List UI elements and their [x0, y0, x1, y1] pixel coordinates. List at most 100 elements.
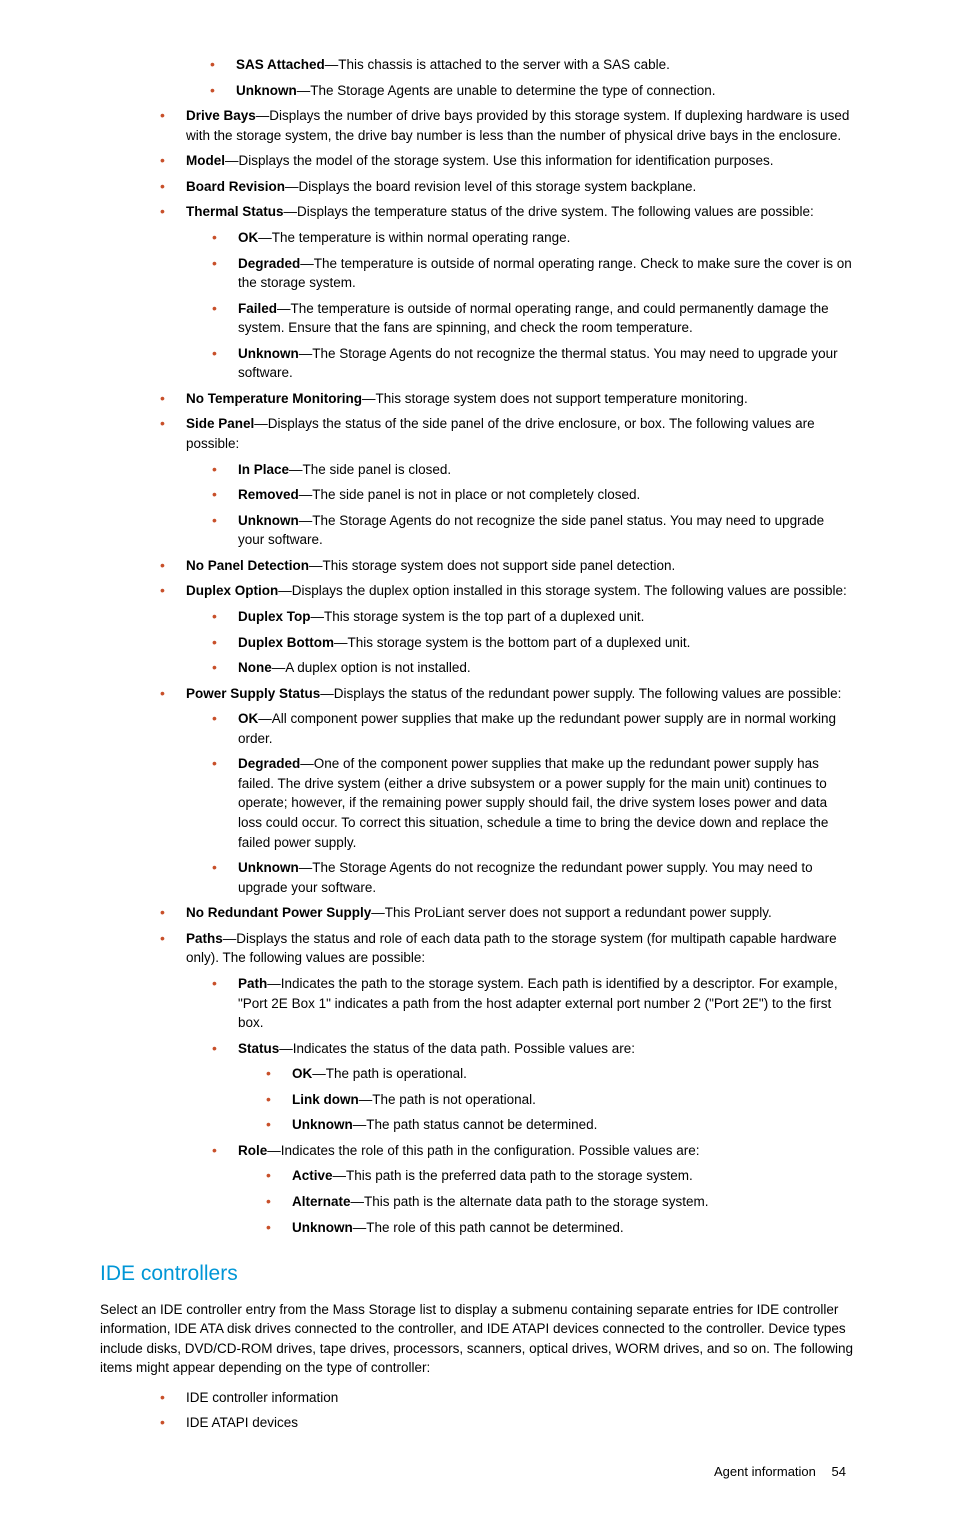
sublist: Active—This path is the preferred data p…: [238, 1166, 854, 1237]
description: —Displays the model of the storage syste…: [225, 153, 774, 168]
list-item-text: IDE controller information: [186, 1390, 338, 1405]
term: In Place: [238, 462, 289, 477]
description: —The temperature is outside of normal op…: [238, 256, 852, 291]
description: —Indicates the path to the storage syste…: [238, 976, 838, 1030]
description: —The side panel is not in place or not c…: [299, 487, 640, 502]
list-item: OK—The temperature is within normal oper…: [212, 228, 854, 248]
description: —This chassis is attached to the server …: [325, 57, 670, 72]
list-item: None—A duplex option is not installed.: [212, 658, 854, 678]
term: Duplex Top: [238, 609, 311, 624]
description: —The Storage Agents are unable to determ…: [297, 83, 716, 98]
list-item: Side Panel—Displays the status of the si…: [160, 414, 854, 549]
description: —This ProLiant server does not support a…: [371, 905, 771, 920]
list-item: Unknown—The Storage Agents do not recogn…: [212, 511, 854, 550]
term: No Redundant Power Supply: [186, 905, 371, 920]
description: —This storage system does not support si…: [309, 558, 675, 573]
list-item: Status—Indicates the status of the data …: [212, 1039, 854, 1135]
term: Status: [238, 1041, 279, 1056]
description: —Displays the temperature status of the …: [284, 204, 814, 219]
main-list: Drive Bays—Displays the number of drive …: [100, 106, 854, 1237]
term: Unknown: [238, 513, 299, 528]
list-item: OK—The path is operational.: [266, 1064, 854, 1084]
page-content: SAS Attached—This chassis is attached to…: [0, 0, 954, 1522]
sublist: OK—The path is operational.Link down—The…: [238, 1064, 854, 1135]
list-item: Paths—Displays the status and role of ea…: [160, 929, 854, 1237]
list-item: Duplex Option—Displays the duplex option…: [160, 581, 854, 677]
term: Unknown: [238, 346, 299, 361]
description: —This path is the preferred data path to…: [333, 1168, 693, 1183]
section-bullets: IDE controller information IDE ATAPI devi…: [100, 1388, 854, 1433]
description: —The role of this path cannot be determi…: [353, 1220, 624, 1235]
term: OK: [238, 711, 258, 726]
list-item: Thermal Status—Displays the temperature …: [160, 202, 854, 383]
list-item: Degraded—The temperature is outside of n…: [212, 254, 854, 293]
term: No Temperature Monitoring: [186, 391, 362, 406]
description: —One of the component power supplies tha…: [238, 756, 828, 849]
list-item: Path—Indicates the path to the storage s…: [212, 974, 854, 1033]
description: —Displays the status of the redundant po…: [320, 686, 841, 701]
description: —This storage system is the top part of …: [311, 609, 645, 624]
list-item: Unknown—The Storage Agents do not recogn…: [212, 858, 854, 897]
term: Duplex Option: [186, 583, 278, 598]
term: Unknown: [238, 860, 299, 875]
description: —Displays the number of drive bays provi…: [186, 108, 849, 143]
term: No Panel Detection: [186, 558, 309, 573]
term: OK: [238, 230, 258, 245]
description: —Indicates the role of this path in the …: [267, 1143, 699, 1158]
term: Active: [292, 1168, 333, 1183]
description: —Displays the board revision level of th…: [285, 179, 696, 194]
term: Duplex Bottom: [238, 635, 334, 650]
description: —The path status cannot be determined.: [353, 1117, 598, 1132]
description: —Indicates the status of the data path. …: [279, 1041, 635, 1056]
footer-page-number: 54: [832, 1464, 846, 1479]
list-item: No Redundant Power Supply—This ProLiant …: [160, 903, 854, 923]
term: Model: [186, 153, 225, 168]
list-item: Unknown—The Storage Agents do not recogn…: [212, 344, 854, 383]
term: Thermal Status: [186, 204, 284, 219]
sublist: Path—Indicates the path to the storage s…: [186, 974, 854, 1237]
term: Path: [238, 976, 267, 991]
term: Removed: [238, 487, 299, 502]
description: —Displays the status and role of each da…: [186, 931, 837, 966]
term: Unknown: [236, 83, 297, 98]
list-item: No Panel Detection—This storage system d…: [160, 556, 854, 576]
term: None: [238, 660, 272, 675]
page-footer: Agent information 54: [100, 1463, 854, 1482]
list-item: Power Supply Status—Displays the status …: [160, 684, 854, 898]
list-item: Model—Displays the model of the storage …: [160, 151, 854, 171]
list-item: Duplex Bottom—This storage system is the…: [212, 633, 854, 653]
sublist: Duplex Top—This storage system is the to…: [186, 607, 854, 678]
sublist: OK—All component power supplies that mak…: [186, 709, 854, 897]
term: Unknown: [292, 1220, 353, 1235]
term: Paths: [186, 931, 223, 946]
list-item: In Place—The side panel is closed.: [212, 460, 854, 480]
term: Alternate: [292, 1194, 351, 1209]
term: Drive Bays: [186, 108, 256, 123]
intro-sublist: SAS Attached—This chassis is attached to…: [100, 55, 854, 100]
list-item: Failed—The temperature is outside of nor…: [212, 299, 854, 338]
list-item: Duplex Top—This storage system is the to…: [212, 607, 854, 627]
list-item-text: IDE ATAPI devices: [186, 1415, 298, 1430]
term: Power Supply Status: [186, 686, 320, 701]
list-item: Unknown—The path status cannot be determ…: [266, 1115, 854, 1135]
list-item: Alternate—This path is the alternate dat…: [266, 1192, 854, 1212]
sublist: OK—The temperature is within normal oper…: [186, 228, 854, 383]
section-paragraph: Select an IDE controller entry from the …: [100, 1300, 854, 1378]
list-item: Role—Indicates the role of this path in …: [212, 1141, 854, 1237]
term: OK: [292, 1066, 312, 1081]
list-item: Degraded—One of the component power supp…: [212, 754, 854, 852]
description: —Displays the status of the side panel o…: [186, 416, 815, 451]
description: —The Storage Agents do not recognize the…: [238, 513, 824, 548]
term: Link down: [292, 1092, 359, 1107]
term: Degraded: [238, 756, 300, 771]
term: Failed: [238, 301, 277, 316]
term: Degraded: [238, 256, 300, 271]
term: SAS Attached: [236, 57, 325, 72]
description: —The side panel is closed.: [289, 462, 451, 477]
description: —This path is the alternate data path to…: [351, 1194, 709, 1209]
description: —The path is not operational.: [359, 1092, 536, 1107]
list-item: IDE ATAPI devices: [160, 1413, 854, 1433]
footer-label: Agent information: [714, 1464, 816, 1479]
description: —The Storage Agents do not recognize the…: [238, 346, 838, 381]
term: Side Panel: [186, 416, 254, 431]
